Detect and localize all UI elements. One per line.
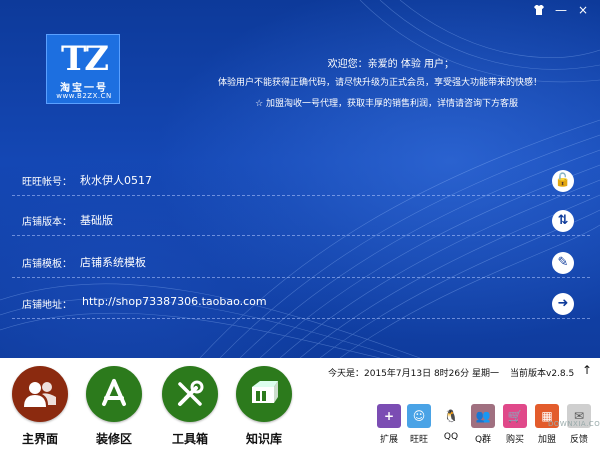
nav-label: 主界面 — [21, 432, 58, 446]
nav-main[interactable]: 主界面 — [10, 366, 70, 450]
watermark: DOWNXIA.COM — [548, 420, 600, 428]
agent-link[interactable]: ☆ 加盟淘收一号代理，获取丰厚的销售利润，详情请咨询下方客服 — [255, 96, 518, 109]
nav-label: 知识库 — [245, 432, 282, 446]
nav-decoration[interactable]: 装修区 — [84, 366, 144, 450]
edit-icon[interactable]: ✎ — [552, 252, 574, 274]
swap-icon[interactable]: ⇅ — [552, 210, 574, 232]
users-icon — [12, 366, 68, 422]
shop-url-link[interactable]: http://shop73387306.taobao.com — [82, 295, 267, 308]
window-controls: — × — [530, 2, 592, 18]
row-label: 店铺地址： — [22, 300, 72, 311]
row-value: 秋水伊人0517 — [80, 174, 152, 187]
app-store-icon — [86, 366, 142, 422]
row-divider — [12, 318, 590, 319]
upgrade-notice: 体验用户不能获得正确代码，请尽快升级为正式会员，享受强大功能带来的快感！ — [217, 78, 542, 88]
row-label: 店铺模板： — [22, 259, 72, 270]
tool-extend[interactable]: + 扩展 — [376, 404, 402, 445]
row-label: 旺旺帐号： — [22, 177, 72, 188]
row-divider — [12, 235, 590, 236]
welcome-text: 欢迎您：亲爱的 体验 用户； — [327, 59, 454, 70]
row-shop-template: 店铺模板： 店铺系统模板 ✎ — [22, 252, 574, 274]
nav-label: 工具箱 — [171, 432, 208, 446]
row-wangwang-account: 旺旺帐号： 秋水伊人0517 🔓 — [22, 170, 574, 192]
nav-toolbox[interactable]: 工具箱 — [160, 366, 220, 450]
minimize-button[interactable]: — — [552, 2, 570, 18]
logo-url: www.B2ZX.CN — [56, 92, 112, 100]
row-value: 基础版 — [80, 214, 113, 227]
arrow-right-icon[interactable]: ➜ — [552, 293, 574, 315]
bottom-bar: 主界面 装修区 工具箱 知识库 今天是：2015年7月13日 8时26分 星期一… — [0, 358, 600, 450]
tool-wangwang[interactable]: ☺ 旺旺 — [406, 404, 432, 445]
tool-buy[interactable]: 🛒 购买 — [502, 404, 528, 445]
tool-qq[interactable]: 🐧 QQ — [438, 404, 464, 442]
row-shop-version: 店铺版本： 基础版 ⇅ — [22, 210, 574, 232]
skin-button[interactable] — [530, 2, 548, 18]
tool-qq-group[interactable]: 👥 Q群 — [470, 404, 496, 445]
main-panel: — × TZ 淘宝一号 www.B2ZX.CN 欢迎您：亲爱的 体验 用户； 体… — [0, 0, 600, 358]
qq-group-icon: 👥 — [471, 404, 495, 428]
cart-icon: 🛒 — [503, 404, 527, 428]
row-value: 店铺系统模板 — [80, 256, 146, 269]
row-divider — [12, 277, 590, 278]
tools-icon — [162, 366, 218, 422]
close-button[interactable]: × — [574, 2, 592, 18]
logo-mark: TZ — [60, 39, 109, 79]
row-shop-address: 店铺地址： http://shop73387306.taobao.com ➜ — [22, 293, 574, 315]
qq-icon: 🐧 — [439, 404, 463, 428]
lock-icon[interactable]: 🔓 — [552, 170, 574, 192]
row-label: 店铺版本： — [22, 217, 72, 228]
row-divider — [12, 195, 590, 196]
version-label: 当前版本v2.8.5 — [510, 369, 575, 379]
app-logo: TZ 淘宝一号 www.B2ZX.CN — [46, 34, 120, 104]
date-time: 今天是：2015年7月13日 8时26分 星期一 — [328, 369, 499, 379]
wangwang-icon: ☺ — [407, 404, 431, 428]
nav-knowledge[interactable]: 知识库 — [234, 366, 294, 450]
books-icon — [236, 366, 292, 422]
extend-icon: + — [377, 404, 401, 428]
tool-label: 反馈 — [569, 435, 588, 445]
nav-label: 装修区 — [95, 432, 132, 446]
tshirt-icon — [534, 5, 544, 15]
update-arrow-icon[interactable]: ↑ — [582, 363, 592, 377]
